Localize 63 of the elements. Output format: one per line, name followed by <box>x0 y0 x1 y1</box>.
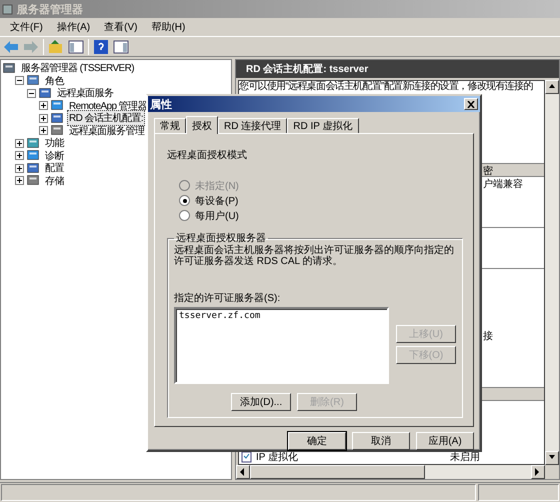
window-title: 服务器管理器 <box>17 2 83 16</box>
collapse-icon[interactable] <box>15 76 24 86</box>
setting-text: 户端兼容 <box>483 179 523 190</box>
node-icon <box>27 138 40 149</box>
section-header: 密 <box>483 166 493 177</box>
group-title: 远程桌面授权服务器 <box>175 232 267 244</box>
tree-item[interactable]: RD 会话主机配置: <box>67 110 146 126</box>
menu-item[interactable]: 帮助(H) <box>151 20 186 34</box>
help-icon[interactable] <box>93 38 109 54</box>
node-icon <box>3 62 16 74</box>
description-text: 您可以使用“远程桌面会话主机配置”配置新连接的设置，修改现有连接的 <box>239 81 533 92</box>
expand-icon[interactable] <box>15 176 24 186</box>
table-cell-text: IP 虚拟化 <box>256 451 300 464</box>
group-description: 远程桌面会话主机服务器将按列出许可证服务器的顺序向指定的许可证服务器发送 RDS CAL 的请求。 <box>174 245 455 267</box>
tab[interactable]: RD 连接代理 <box>218 118 288 133</box>
pane-header: RD 会话主机配置: tsserver <box>236 60 559 78</box>
pane-icon[interactable] <box>113 38 129 54</box>
close-button[interactable] <box>464 98 478 110</box>
radio-button[interactable] <box>179 210 190 221</box>
radio-option[interactable]: 每设备(P) <box>167 193 463 208</box>
menu-item[interactable]: 查看(V) <box>104 20 138 34</box>
node-icon <box>51 125 64 136</box>
tab[interactable]: RD IP 虚拟化 <box>287 118 359 133</box>
table-cell-text: 未启用 <box>450 451 481 464</box>
folder-up-icon[interactable] <box>48 38 64 54</box>
vertical-scrollbar[interactable] <box>545 80 559 465</box>
close-icon[interactable] <box>467 100 475 108</box>
node-icon <box>27 162 40 174</box>
scroll-left-icon[interactable] <box>239 468 247 476</box>
expand-icon[interactable] <box>39 101 48 110</box>
server-icon <box>2 3 14 15</box>
dialog-title: 属性 <box>150 98 172 112</box>
server-list[interactable]: tsserver.zf.com <box>174 307 389 384</box>
section-title: 远程桌面授权模式 <box>167 148 248 162</box>
setting-text: 接 <box>483 331 493 342</box>
menu-item[interactable]: 操作(A) <box>56 20 90 34</box>
radio-option[interactable]: 每用户(U) <box>167 208 463 223</box>
node-icon <box>51 112 64 124</box>
cancel-button[interactable]: 取消 <box>352 432 410 450</box>
expand-icon[interactable] <box>15 151 24 160</box>
expand-icon[interactable] <box>15 164 24 173</box>
list-label: 指定的许可证服务器(S): <box>174 292 282 305</box>
apply-button[interactable]: 应用(A) <box>416 432 474 450</box>
node-icon <box>27 75 40 86</box>
node-icon <box>27 175 40 186</box>
scroll-right-icon[interactable] <box>534 468 542 476</box>
expand-icon[interactable] <box>15 138 24 148</box>
radio-button[interactable] <box>179 195 190 206</box>
scroll-up-icon[interactable] <box>548 83 556 91</box>
menu-item[interactable]: 文件(F) <box>10 20 43 34</box>
expand-icon[interactable] <box>39 114 48 123</box>
collapse-icon[interactable] <box>27 88 36 98</box>
node-icon <box>51 100 64 112</box>
add-button[interactable]: 添加(D)... <box>231 393 291 411</box>
horizontal-scrollbar[interactable] <box>236 465 545 479</box>
expand-icon[interactable] <box>39 126 48 136</box>
tab[interactable]: 授权 <box>186 116 218 134</box>
tab[interactable]: 常规 <box>154 118 186 133</box>
ok-button[interactable]: 确定 <box>288 432 346 450</box>
pane-icon[interactable] <box>68 38 84 54</box>
node-icon <box>27 150 40 162</box>
list-item[interactable]: tsserver.zf.com <box>179 311 384 321</box>
node-icon <box>39 88 52 99</box>
